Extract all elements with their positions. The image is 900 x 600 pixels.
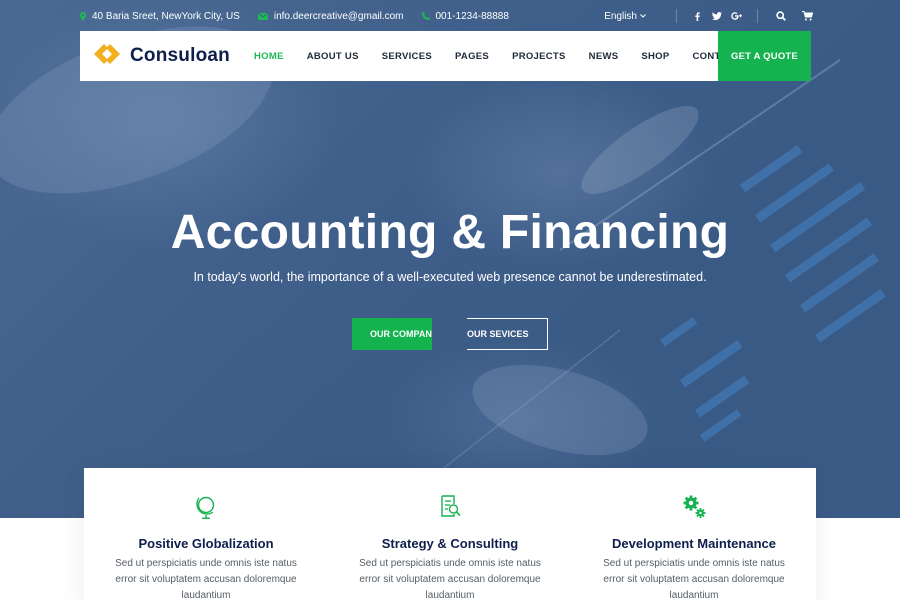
feature-item: Development Maintenance Sed ut perspicia… xyxy=(572,468,816,600)
tablet-chart-bars xyxy=(659,144,886,442)
globe-icon xyxy=(193,494,219,520)
language-label: English xyxy=(604,10,637,22)
language-selector[interactable]: English xyxy=(604,11,646,22)
tablet-bar xyxy=(699,409,742,442)
hero-section: 40 Baria Sreet, NewYork City, US info.de… xyxy=(0,0,900,518)
nav-item-pages[interactable]: PAGES xyxy=(455,51,489,62)
twitter-icon[interactable] xyxy=(707,12,727,20)
envelope-icon xyxy=(257,12,268,20)
divider xyxy=(676,9,677,23)
nav-item-shop[interactable]: SHOP xyxy=(641,51,669,62)
cart-icon[interactable] xyxy=(794,11,820,21)
document-search-icon xyxy=(437,494,463,520)
feature-item: Positive Globalization Sed ut perspiciat… xyxy=(84,468,328,600)
email-text[interactable]: info.deercreative@gmail.com xyxy=(274,11,404,22)
feature-title: Strategy & Consulting xyxy=(381,536,519,551)
our-services-button[interactable]: OUR SEVICES xyxy=(467,318,548,350)
hero-title: Accounting & Financing xyxy=(170,206,730,259)
phone-icon xyxy=(421,12,430,20)
feature-description: Sed ut perspiciatis unde omnis iste natu… xyxy=(115,558,297,600)
tablet-bar xyxy=(659,317,698,347)
tablet-bar xyxy=(695,375,750,418)
nav-item-news[interactable]: NEWS xyxy=(589,51,619,62)
tablet-bar xyxy=(680,339,743,388)
nav-item-services[interactable]: SERVICES xyxy=(382,51,432,62)
logo[interactable]: Consuloan xyxy=(92,42,254,71)
nav-item-home[interactable]: HOME xyxy=(254,51,284,62)
search-icon[interactable] xyxy=(768,11,794,21)
feature-description: Sed ut perspiciatis unde omnis iste natu… xyxy=(603,558,785,600)
nav-menu: HOME ABOUT US SERVICES PAGES PROJECTS NE… xyxy=(254,51,763,62)
phone-info[interactable]: 001-1234-88888 xyxy=(421,11,509,22)
top-bar-right: English xyxy=(604,0,820,32)
feature-item: Strategy & Consulting Sed ut perspiciati… xyxy=(328,468,572,600)
get-a-quote-button[interactable]: GET A QUOTE xyxy=(718,31,811,81)
features-card: Positive Globalization Sed ut perspiciat… xyxy=(84,468,816,600)
facebook-icon[interactable] xyxy=(687,11,707,21)
our-company-button[interactable]: OUR COMPANY xyxy=(352,318,432,350)
divider xyxy=(757,9,758,23)
logo-text: Consuloan xyxy=(130,45,230,66)
feature-title: Positive Globalization xyxy=(138,536,274,551)
our-services-label: OUR SEVICES xyxy=(467,329,529,339)
google-plus-icon[interactable] xyxy=(727,12,747,20)
feature-title: Development Maintenance xyxy=(612,536,776,551)
nav-item-projects[interactable]: PROJECTS xyxy=(512,51,566,62)
chevron-down-icon xyxy=(640,13,646,20)
hero-subtitle: In today's world, the importance of a we… xyxy=(193,270,707,284)
phone-text[interactable]: 001-1234-88888 xyxy=(436,11,509,22)
hand-shape xyxy=(581,105,699,195)
gears-icon xyxy=(681,494,707,520)
map-pin-icon xyxy=(80,11,86,21)
email-info[interactable]: info.deercreative@gmail.com xyxy=(257,11,404,22)
address-text: 40 Baria Sreet, NewYork City, US xyxy=(92,10,240,22)
nav-item-about-us[interactable]: ABOUT US xyxy=(307,51,359,62)
feature-description: Sed ut perspiciatis unde omnis iste natu… xyxy=(359,558,541,600)
address-info: 40 Baria Sreet, NewYork City, US xyxy=(80,11,240,22)
logo-icon xyxy=(92,42,122,71)
top-bar: 40 Baria Sreet, NewYork City, US info.de… xyxy=(80,0,820,32)
main-navigation: Consuloan HOME ABOUT US SERVICES PAGES P… xyxy=(80,31,811,81)
hand-shape xyxy=(472,364,648,456)
tablet-bar xyxy=(740,144,803,193)
